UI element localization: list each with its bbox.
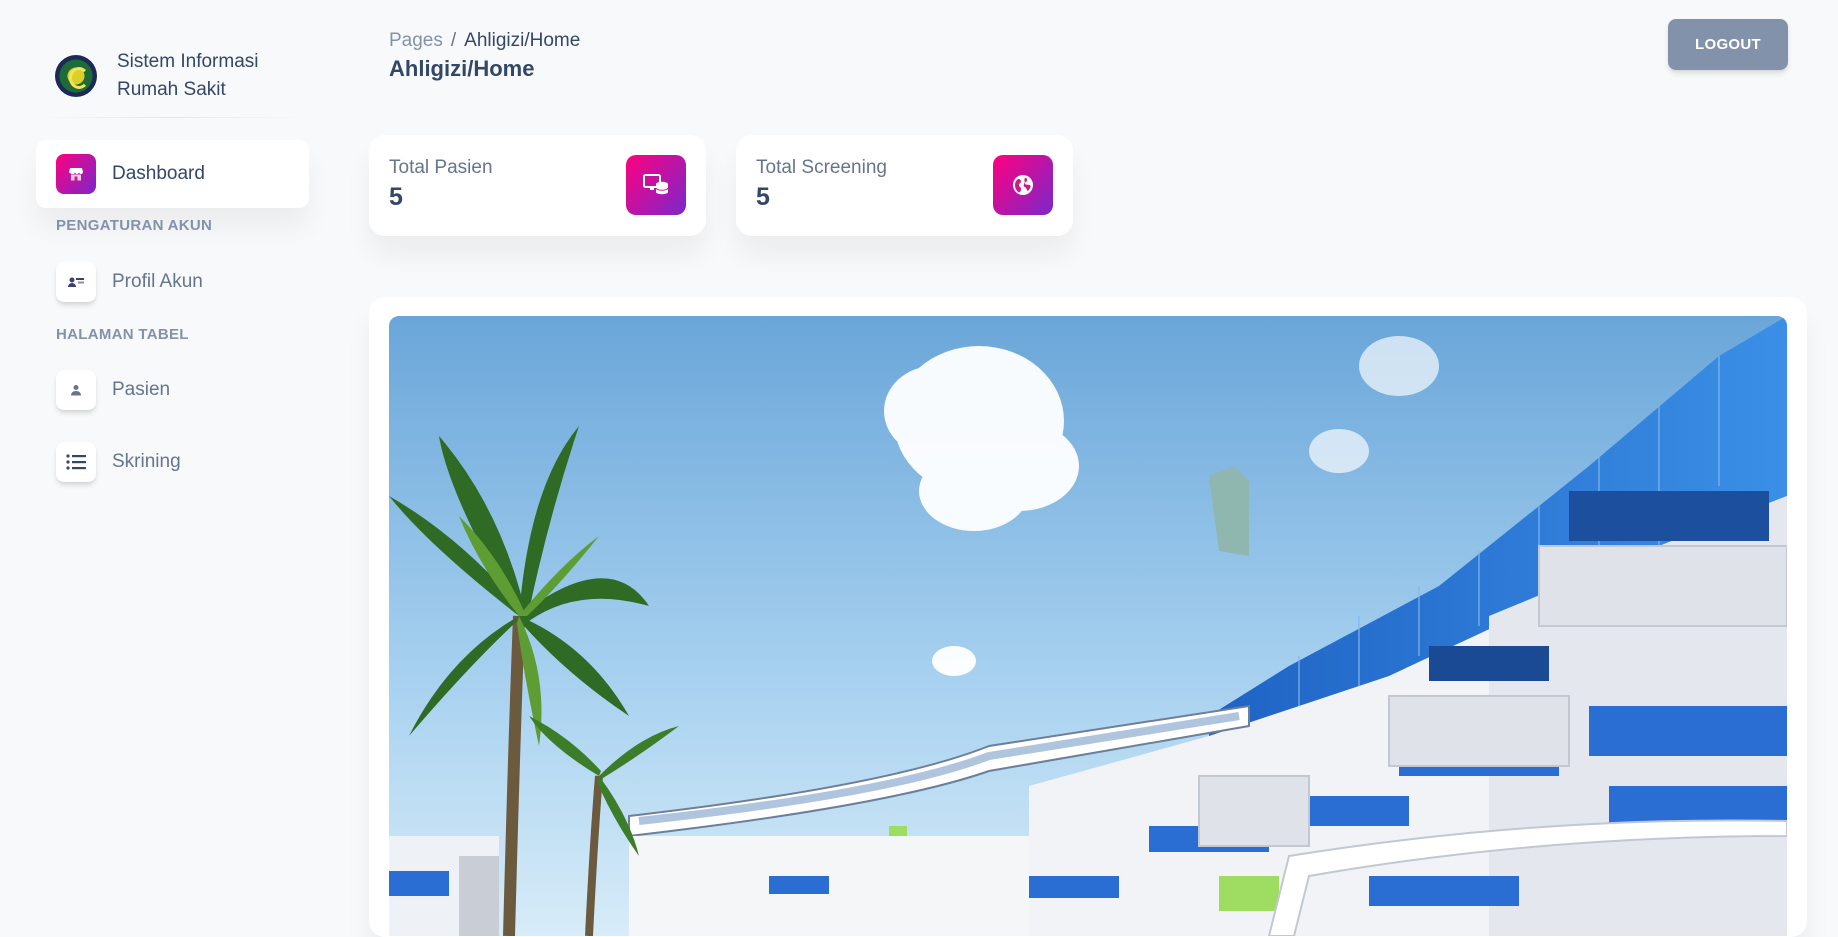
sidebar-item-label: Profil Akun — [112, 271, 203, 292]
breadcrumb-root-link[interactable]: Pages — [389, 30, 443, 51]
sidebar-item-profil-akun[interactable]: Profil Akun — [36, 248, 309, 316]
stat-value: 5 — [389, 183, 403, 211]
brand[interactable]: Sistem Informasi Rumah Sakit — [55, 48, 258, 104]
stat-label: Total Screening — [756, 157, 887, 178]
hospital-seal-logo — [55, 55, 97, 97]
sidebar-item-dashboard[interactable]: Dashboard — [36, 140, 309, 208]
breadcrumb: Pages / Ahligizi/Home — [389, 30, 580, 52]
breadcrumb-current: Ahligizi/Home — [464, 30, 581, 51]
brand-title-line2: Rumah Sakit — [117, 79, 226, 100]
hero-image-card — [369, 297, 1807, 937]
shop-icon — [56, 154, 96, 194]
brand-title-line1: Sistem Informasi — [117, 51, 259, 72]
globe-icon — [993, 155, 1053, 215]
user-icon — [56, 370, 96, 410]
breadcrumb-separator: / — [450, 30, 457, 51]
sidebar-item-skrining[interactable]: Skrining — [36, 428, 309, 496]
stat-card-total-screening: Total Screening 5 — [736, 135, 1073, 236]
sidebar-item-label: Skrining — [112, 451, 181, 472]
screen-database-icon — [626, 155, 686, 215]
sidebar-item-pasien[interactable]: Pasien — [36, 356, 309, 424]
sidebar: Sistem Informasi Rumah Sakit Dashboard P… — [0, 0, 330, 925]
page-title: Ahligizi/Home — [389, 56, 535, 81]
hospital-building-image — [389, 316, 1787, 936]
section-label-tables: HALAMAN TABEL — [56, 326, 189, 343]
id-card-icon — [56, 262, 96, 302]
sidebar-item-label: Pasien — [112, 379, 171, 400]
sidebar-item-label: Dashboard — [112, 163, 205, 184]
section-label-account: PENGATURAN AKUN — [56, 217, 213, 234]
sidebar-divider — [36, 117, 306, 118]
stat-card-total-pasien: Total Pasien 5 — [369, 135, 706, 236]
stat-value: 5 — [756, 183, 770, 211]
list-icon — [56, 442, 96, 482]
brand-title: Sistem Informasi Rumah Sakit — [117, 48, 258, 104]
stat-label: Total Pasien — [389, 157, 493, 178]
logout-button[interactable]: LOGOUT — [1668, 19, 1788, 70]
